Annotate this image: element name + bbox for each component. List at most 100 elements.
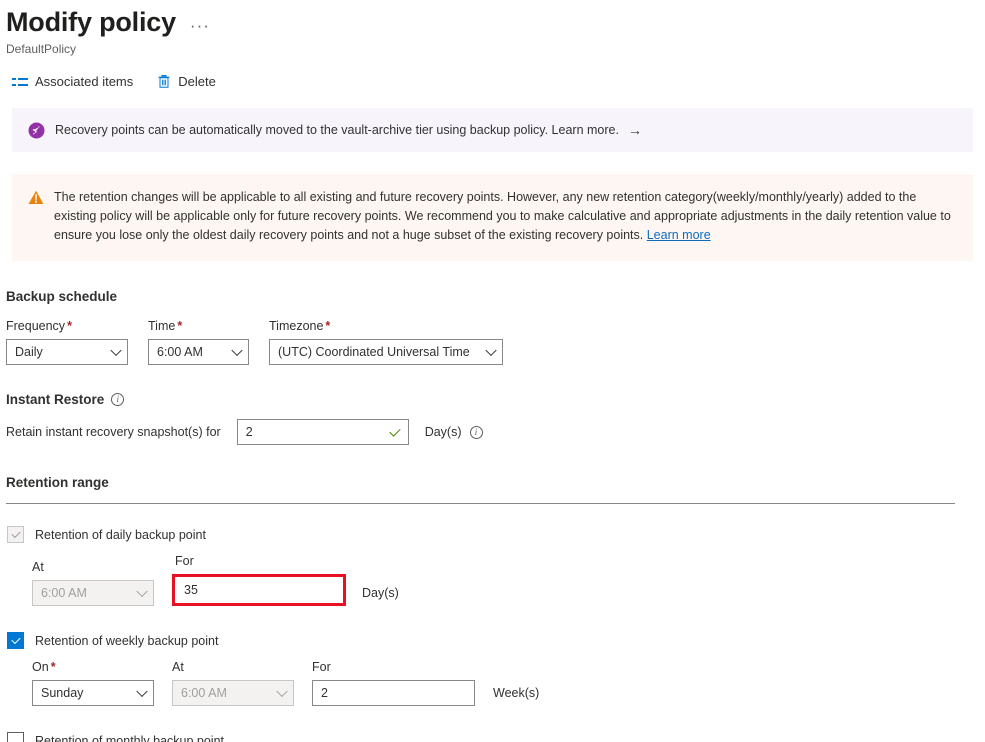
instant-restore-days-value: 2 — [246, 425, 253, 439]
frequency-label-text: Frequency — [6, 319, 65, 333]
daily-retention-checkbox — [7, 526, 24, 543]
weekly-unit: Week(s) — [493, 680, 539, 706]
chevron-down-icon — [136, 686, 147, 697]
weekly-for-field: For 2 — [312, 659, 475, 706]
timezone-label: Timezone* — [269, 318, 503, 334]
archive-info-text: Recovery points can be automatically mov… — [55, 121, 619, 140]
trash-icon — [157, 74, 171, 89]
daily-retention-group: Retention of daily backup point At 6:00 … — [0, 526, 985, 606]
instant-restore-unit-row: Day(s) i — [425, 419, 483, 445]
chevron-down-icon — [485, 345, 496, 356]
page-header: Modify policy ··· DefaultPolicy — [0, 0, 985, 57]
time-label: Time* — [148, 318, 249, 334]
retention-warning-banner: The retention changes will be applicable… — [12, 174, 973, 261]
rocket-icon — [28, 122, 45, 139]
time-required-asterisk: * — [177, 319, 182, 333]
weekly-for-input[interactable]: 2 — [312, 680, 475, 706]
weekly-retention-label: Retention of weekly backup point — [35, 634, 218, 648]
associated-items-label: Associated items — [35, 74, 133, 89]
time-value: 6:00 AM — [157, 345, 203, 359]
monthly-retention-checkbox[interactable] — [7, 732, 24, 742]
more-options-button[interactable]: ··· — [190, 19, 210, 37]
monthly-retention-group: Retention of monthly backup point Not Co… — [0, 732, 985, 742]
weekly-retention-group: Retention of weekly backup point On* Sun… — [0, 632, 985, 706]
daily-at-label: At — [32, 559, 154, 575]
frequency-required-asterisk: * — [67, 319, 72, 333]
weekly-at-field: At 6:00 AM — [172, 659, 294, 706]
daily-unit: Day(s) — [362, 580, 399, 606]
weekly-retention-checkbox[interactable] — [7, 632, 24, 649]
list-lines-icon — [12, 76, 28, 88]
delete-button[interactable]: Delete — [157, 74, 216, 89]
daily-at-field: At 6:00 AM — [32, 559, 154, 606]
timezone-value: (UTC) Coordinated Universal Time — [278, 345, 470, 359]
weekly-on-value: Sunday — [41, 686, 83, 700]
time-select[interactable]: 6:00 AM — [148, 339, 249, 365]
daily-for-input[interactable]: 35 — [175, 577, 343, 603]
timezone-label-text: Timezone — [269, 319, 323, 333]
daily-retention-fields: At 6:00 AM For 35 Day(s) — [32, 553, 985, 606]
instant-restore-days-input[interactable]: 2 — [237, 419, 409, 445]
daily-at-select: 6:00 AM — [32, 580, 154, 606]
weekly-at-label: At — [172, 659, 294, 675]
weekly-at-select: 6:00 AM — [172, 680, 294, 706]
warning-learn-more-link[interactable]: Learn more — [647, 228, 711, 242]
weekly-on-label: On* — [32, 659, 154, 675]
instant-restore-title-row: Instant Restore i — [6, 392, 985, 407]
retention-warning-text-block: The retention changes will be applicable… — [54, 188, 957, 245]
instant-restore-section: Instant Restore i Retain instant recover… — [0, 392, 985, 445]
delete-label: Delete — [178, 74, 216, 89]
weekly-on-select[interactable]: Sunday — [32, 680, 154, 706]
page-title: Modify policy — [6, 6, 176, 38]
retention-range-section: Retention range Retention of daily backu… — [0, 475, 985, 742]
weekly-for-label: For — [312, 659, 475, 675]
info-icon[interactable]: i — [111, 393, 124, 406]
chevron-down-icon — [276, 686, 287, 697]
policy-name-subtitle: DefaultPolicy — [6, 41, 985, 57]
chevron-down-icon — [136, 586, 147, 597]
backup-schedule-fields: Frequency* Daily Time* 6:00 AM Timezon — [6, 318, 985, 365]
frequency-select[interactable]: Daily — [6, 339, 128, 365]
timezone-select[interactable]: (UTC) Coordinated Universal Time — [269, 339, 503, 365]
time-field: Time* 6:00 AM — [148, 318, 249, 365]
frequency-label: Frequency* — [6, 318, 128, 334]
retention-divider — [6, 503, 955, 504]
title-row: Modify policy ··· — [6, 6, 985, 38]
time-label-text: Time — [148, 319, 175, 333]
daily-for-label: For — [175, 553, 346, 569]
retain-snapshot-label: Retain instant recovery snapshot(s) for — [6, 419, 221, 445]
weekly-on-required-asterisk: * — [51, 660, 56, 674]
timezone-required-asterisk: * — [325, 319, 330, 333]
instant-restore-fields: Retain instant recovery snapshot(s) for … — [6, 419, 985, 445]
retention-warning-text: The retention changes will be applicable… — [54, 190, 951, 242]
retention-range-title: Retention range — [6, 475, 985, 490]
weekly-retention-row[interactable]: Retention of weekly backup point — [7, 632, 985, 649]
weekly-on-label-text: On — [32, 660, 49, 674]
daily-at-value: 6:00 AM — [41, 586, 87, 600]
modify-policy-page: Modify policy ··· DefaultPolicy Associat… — [0, 0, 985, 742]
backup-schedule-section: Backup schedule Frequency* Daily Time* 6… — [0, 289, 985, 365]
chevron-down-icon — [110, 345, 121, 356]
associated-items-button[interactable]: Associated items — [12, 74, 133, 89]
command-bar: Associated items Delete — [12, 74, 985, 89]
instant-restore-unit: Day(s) — [425, 419, 462, 445]
archive-info-text-row: Recovery points can be automatically mov… — [55, 121, 642, 140]
instant-restore-title: Instant Restore — [6, 392, 104, 407]
monthly-retention-label: Retention of monthly backup point — [35, 734, 224, 742]
archive-info-banner: Recovery points can be automatically mov… — [12, 108, 973, 152]
monthly-retention-row[interactable]: Retention of monthly backup point — [7, 732, 985, 742]
checkmark-valid-icon — [389, 425, 400, 436]
weekly-retention-fields: On* Sunday At 6:00 AM For — [32, 659, 985, 706]
frequency-field: Frequency* Daily — [6, 318, 128, 365]
info-icon[interactable]: i — [470, 426, 483, 439]
arrow-right-icon[interactable]: → — [628, 121, 642, 140]
timezone-field: Timezone* (UTC) Coordinated Universal Ti… — [269, 318, 503, 365]
daily-retention-row: Retention of daily backup point — [7, 526, 985, 543]
backup-schedule-title: Backup schedule — [6, 289, 985, 304]
daily-for-highlight-annotation: 35 — [172, 574, 346, 606]
daily-for-field: For 35 — [172, 553, 346, 606]
weekly-at-value: 6:00 AM — [181, 686, 227, 700]
frequency-value: Daily — [15, 345, 43, 359]
weekly-on-field: On* Sunday — [32, 659, 154, 706]
chevron-down-icon — [231, 345, 242, 356]
